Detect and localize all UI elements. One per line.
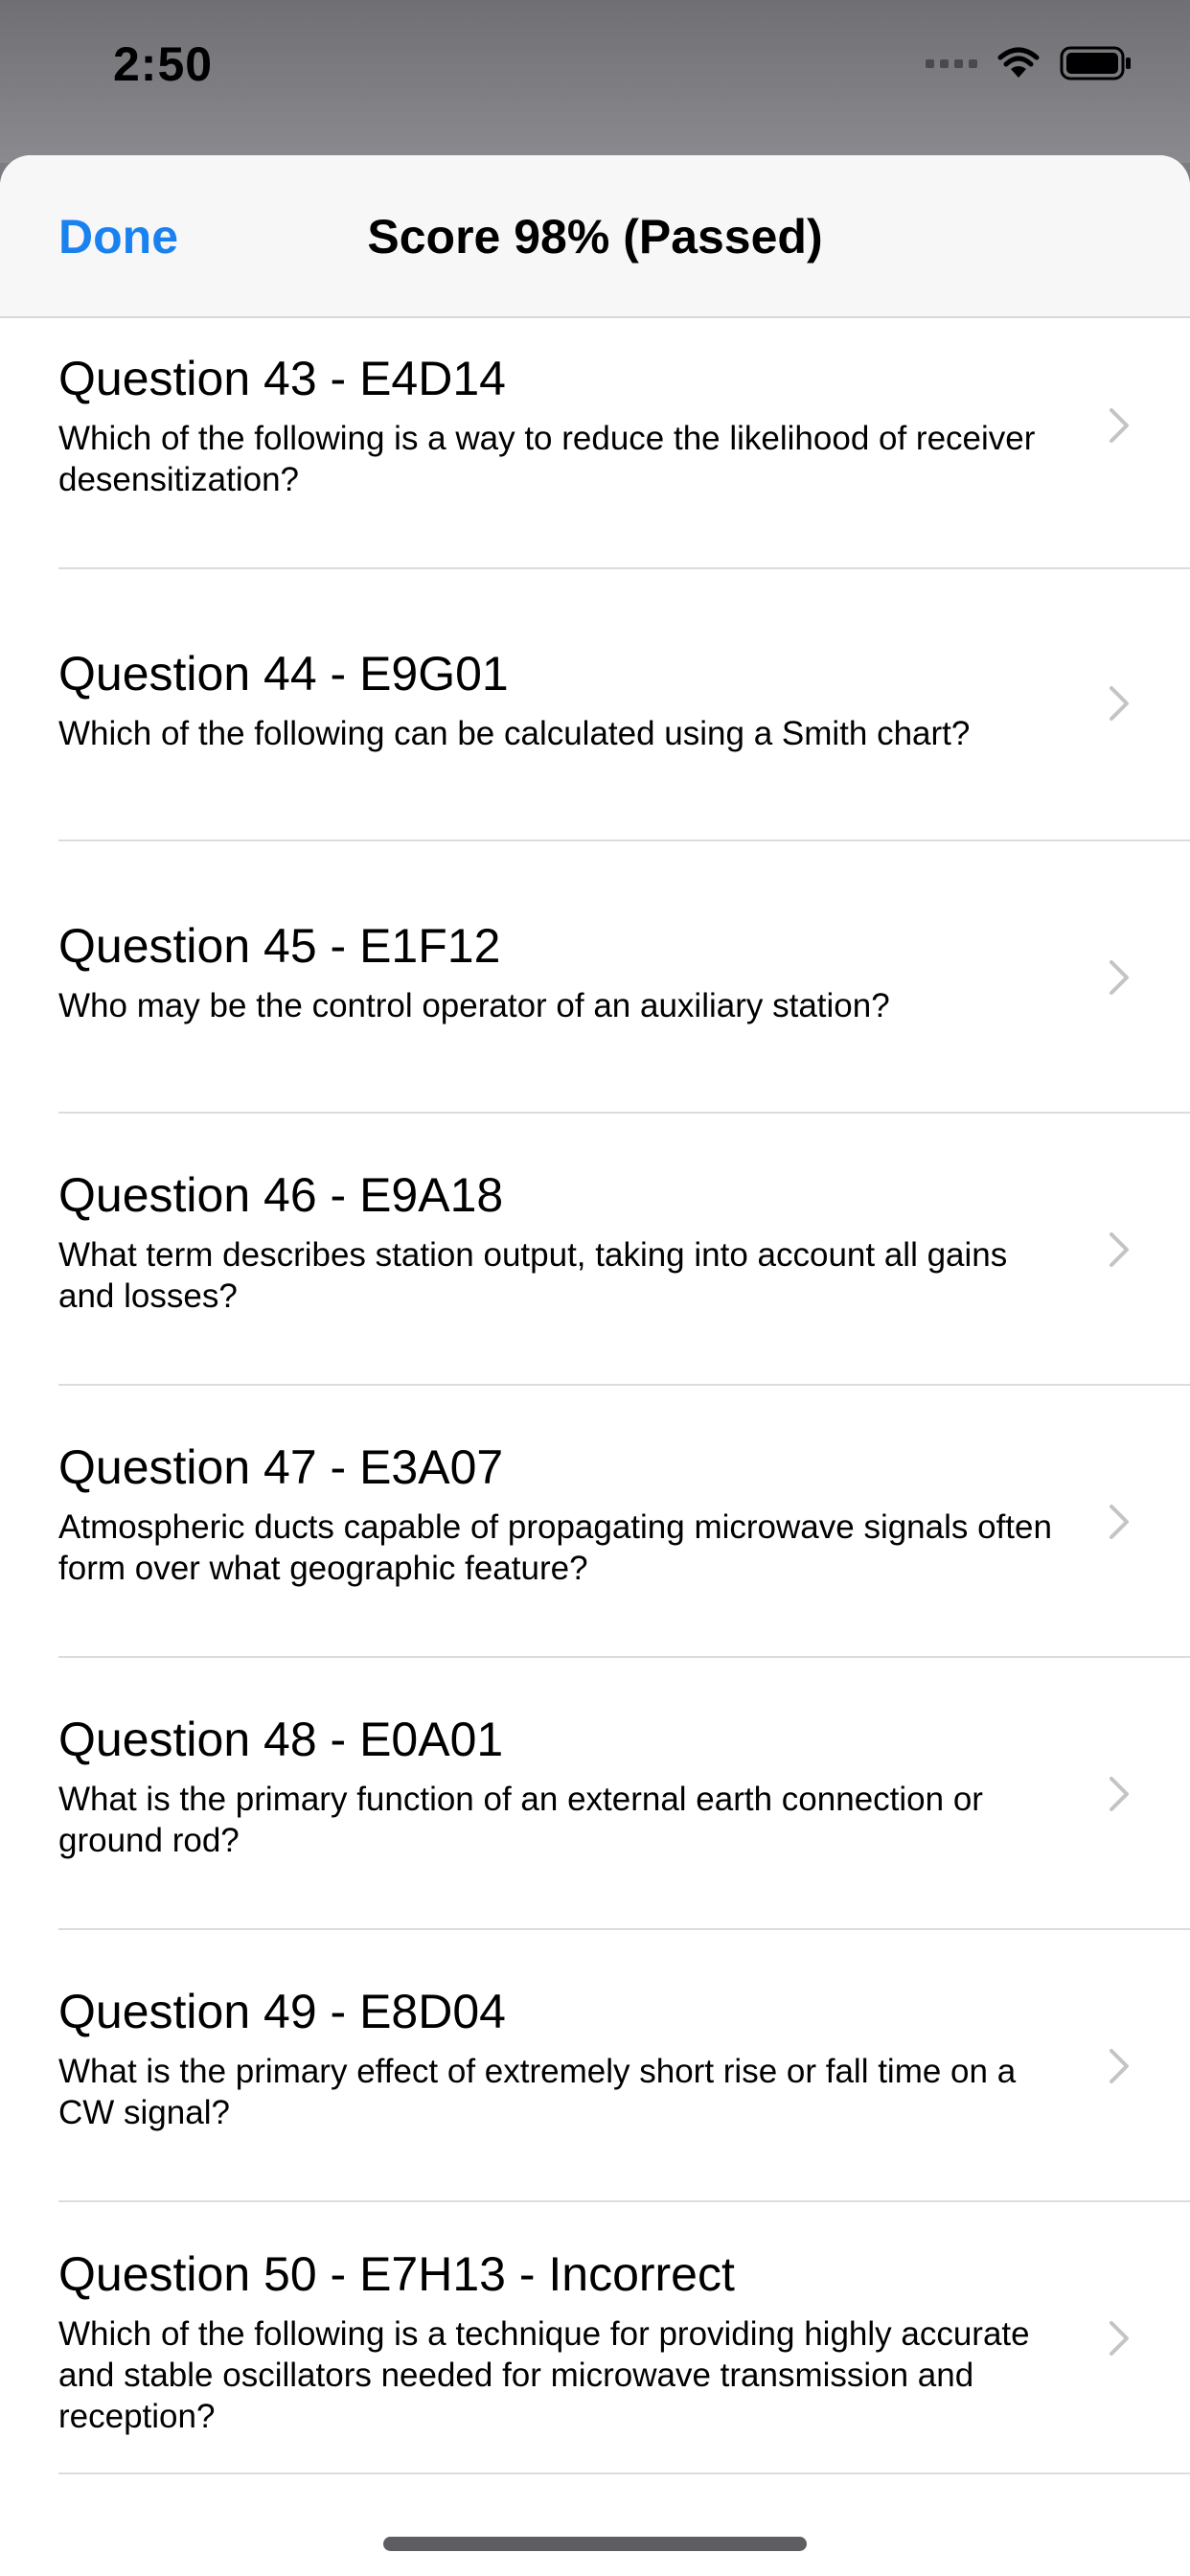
question-title: Question 48 - E0A01 xyxy=(58,1713,504,1766)
question-list: Question 43 - E4D14 Which of the followi… xyxy=(0,318,1190,2474)
battery-icon xyxy=(1060,46,1133,80)
question-title: Question 45 - E1F12 xyxy=(58,919,501,973)
question-text: What is the primary function of an exter… xyxy=(58,1781,983,1859)
question-row-43[interactable]: Question 43 - E4D14 Which of the followi… xyxy=(0,318,1190,569)
question-row-44[interactable]: Question 44 - E9G01 Which of the followi… xyxy=(0,569,1190,841)
chevron-right-icon xyxy=(1110,960,1129,995)
question-text: Who may be the control operator of an au… xyxy=(58,987,890,1024)
chevron-right-icon xyxy=(1110,2321,1129,2356)
question-text: Which of the following can be calculated… xyxy=(58,715,971,752)
question-title: Question 43 - E4D14 xyxy=(58,352,506,405)
status-time: 2:50 xyxy=(113,37,214,91)
question-row-48[interactable]: Question 48 - E0A01 What is the primary … xyxy=(0,1658,1190,1930)
question-text: Which of the following is a technique fo… xyxy=(58,2315,1030,2435)
cellular-signal-icon xyxy=(926,58,977,68)
chevron-right-icon xyxy=(1110,686,1129,721)
question-row-45[interactable]: Question 45 - E1F12 Who may be the contr… xyxy=(0,841,1190,1114)
question-text: Atmospheric ducts capable of propagating… xyxy=(58,1508,1052,1587)
status-bar: 2:50 xyxy=(0,0,1190,144)
question-row-49[interactable]: Question 49 - E8D04 What is the primary … xyxy=(0,1930,1190,2202)
results-sheet: Done Score 98% (Passed) Question 43 - E4… xyxy=(0,155,1190,2576)
question-row-47[interactable]: Question 47 - E3A07 Atmospheric ducts ca… xyxy=(0,1386,1190,1658)
question-title: Question 49 - E8D04 xyxy=(58,1985,506,2038)
question-row-46[interactable]: Question 46 - E9A18 What term describes … xyxy=(0,1114,1190,1386)
chevron-right-icon xyxy=(1110,1232,1129,1267)
chevron-right-icon xyxy=(1110,408,1129,443)
question-text: What is the primary effect of extremely … xyxy=(58,2053,1017,2131)
wifi-icon xyxy=(996,47,1041,80)
question-title: Question 46 - E9A18 xyxy=(58,1168,504,1222)
home-indicator[interactable] xyxy=(383,2537,807,2551)
status-icons xyxy=(926,44,1133,82)
chevron-right-icon xyxy=(1110,1505,1129,1539)
score-title: Score 98% (Passed) xyxy=(367,210,823,264)
question-text: What term describes station output, taki… xyxy=(58,1236,1008,1315)
navigation-bar: Done Score 98% (Passed) xyxy=(0,155,1190,318)
question-row-50[interactable]: Question 50 - E7H13 - Incorrect Which of… xyxy=(0,2202,1190,2474)
question-title: Question 47 - E3A07 xyxy=(58,1440,504,1494)
question-text: Which of the following is a way to reduc… xyxy=(58,420,1036,498)
chevron-right-icon xyxy=(1110,1777,1129,1811)
chevron-right-icon xyxy=(1110,2049,1129,2083)
question-title: Question 50 - E7H13 - Incorrect xyxy=(58,2247,735,2301)
question-title: Question 44 - E9G01 xyxy=(58,647,509,701)
